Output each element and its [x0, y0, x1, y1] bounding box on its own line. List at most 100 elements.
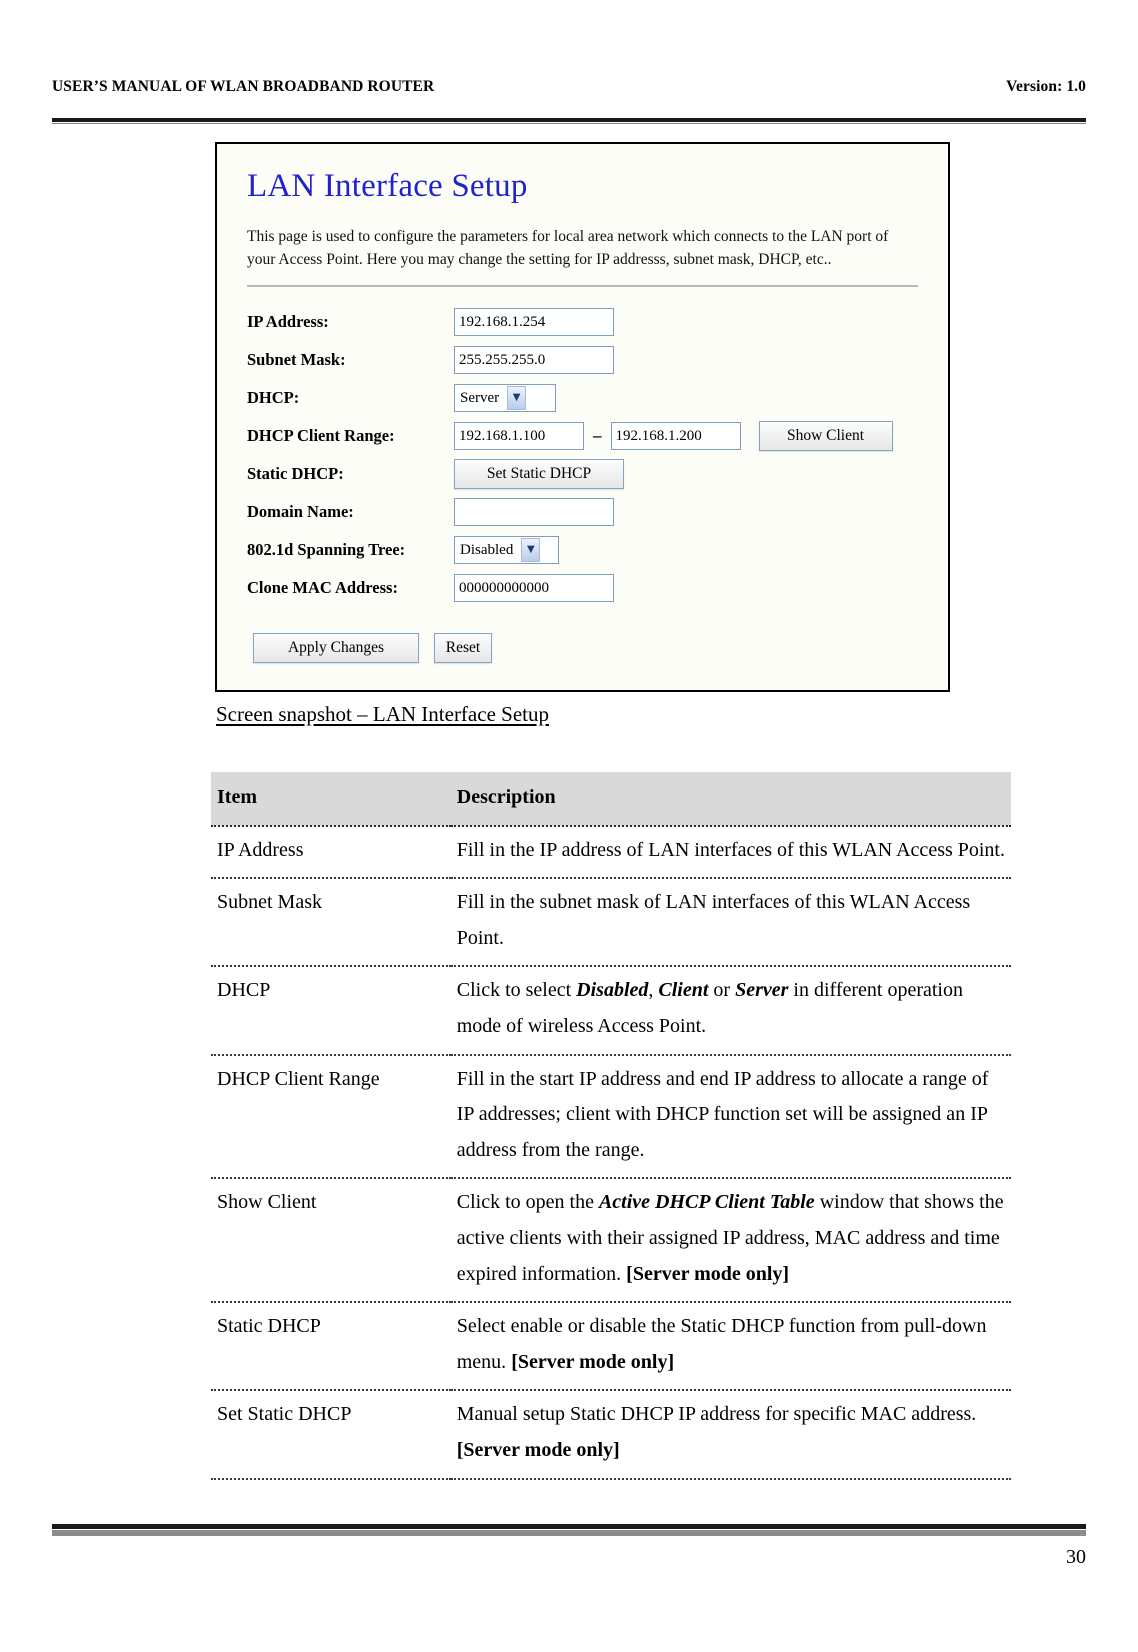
- column-header-description: Description: [450, 772, 1011, 827]
- header-divider-thick: [52, 118, 1086, 122]
- description-text: Disabled: [576, 979, 649, 1002]
- table-cell-item: Static DHCP: [211, 1302, 451, 1392]
- show-client-button[interactable]: Show Client: [758, 421, 893, 452]
- table-header-row: Item Description: [211, 772, 1011, 827]
- table-row: Static DHCP Select enable or disable the …: [211, 1302, 1011, 1392]
- dhcp-client-range-control: 192.168.1.100 – 192.168.1.200 Show Clien…: [454, 421, 893, 452]
- spanning-tree-control: Disabled ▼: [454, 536, 559, 565]
- footer-divider: [52, 1524, 1086, 1536]
- form-actions: Apply Changes Reset: [253, 633, 924, 664]
- description-text: Client: [658, 979, 709, 1002]
- spanning-tree-select[interactable]: Disabled ▼: [454, 536, 559, 565]
- description-text: [Server mode only]: [511, 1350, 675, 1373]
- range-separator: –: [593, 426, 602, 446]
- domain-name-input[interactable]: [454, 498, 614, 527]
- description-text: Manual setup Static DHCP IP address for …: [456, 1403, 977, 1426]
- dhcp-select-value: Server: [460, 389, 500, 406]
- table-cell-description: Fill in the IP address of LAN interfaces…: [450, 825, 1011, 880]
- domain-name-control: [454, 498, 614, 527]
- router-screenshot-body: LAN Interface Setup This page is used to…: [217, 144, 948, 664]
- header-divider-thin: [52, 123, 1086, 124]
- description-text: Fill in the subnet mask of LAN interface…: [456, 891, 971, 949]
- set-static-dhcp-button[interactable]: Set Static DHCP: [454, 459, 624, 490]
- table-cell-description: Click to select Disabled, Client or Serv…: [450, 966, 1011, 1056]
- description-text: Fill in the IP address of LAN interfaces…: [456, 838, 1005, 861]
- router-screenshot: LAN Interface Setup This page is used to…: [215, 142, 950, 692]
- table-cell-item: Subnet Mask: [211, 878, 451, 968]
- dhcp-range-start-input[interactable]: 192.168.1.100: [454, 422, 584, 451]
- domain-name-label: Domain Name:: [247, 502, 354, 522]
- subnet-mask-label: Subnet Mask:: [247, 350, 346, 370]
- static-dhcp-control: Set Static DHCP: [454, 459, 624, 490]
- chevron-down-icon: ▼: [507, 386, 527, 411]
- dhcp-label: DHCP:: [247, 388, 300, 408]
- dhcp-client-range-label: DHCP Client Range:: [247, 426, 395, 446]
- description-text: Click to select: [456, 979, 577, 1002]
- description-text: Fill in the start IP address and end IP …: [456, 1067, 989, 1161]
- clone-mac-label: Clone MAC Address:: [247, 578, 398, 598]
- field-row-clone-mac: Clone MAC Address: 000000000000: [247, 569, 924, 607]
- table-cell-description: Fill in the subnet mask of LAN interface…: [450, 878, 1011, 968]
- column-header-item: Item: [211, 772, 451, 827]
- header-version: Version: 1.0: [1006, 78, 1086, 95]
- description-table: Item Description IP Address Fill in the I…: [211, 772, 1011, 1480]
- spanning-tree-label: 802.1d Spanning Tree:: [247, 540, 406, 560]
- description-text: Click to open the: [456, 1191, 599, 1214]
- field-row-spanning-tree: 802.1d Spanning Tree: Disabled ▼: [247, 531, 924, 569]
- spanning-tree-select-value: Disabled: [460, 541, 514, 558]
- description-text: [Server mode only]: [456, 1438, 620, 1461]
- dhcp-control: Server ▼: [454, 384, 556, 413]
- chevron-down-icon: ▼: [521, 538, 541, 563]
- dhcp-range-end-input[interactable]: 192.168.1.200: [610, 422, 741, 451]
- table-row: Set Static DHCP Manual setup Static DHCP …: [211, 1390, 1011, 1480]
- table-row: DHCP Click to select Disabled, Client or …: [211, 966, 1011, 1056]
- table-cell-description: Fill in the start IP address and end IP …: [450, 1054, 1011, 1180]
- table-cell-item: Show Client: [211, 1178, 451, 1304]
- table-row: Show Client Click to open the Active DHCP…: [211, 1178, 1011, 1304]
- table-cell-item: DHCP Client Range: [211, 1054, 451, 1180]
- description-text: Active DHCP Client Table: [598, 1191, 815, 1214]
- table-cell-item: Set Static DHCP: [211, 1390, 451, 1480]
- description-text: [Server mode only]: [626, 1262, 790, 1285]
- ip-address-label: IP Address:: [247, 312, 329, 332]
- clone-mac-control: 000000000000: [454, 574, 614, 603]
- table-cell-item: IP Address: [211, 825, 451, 880]
- section-divider: [247, 285, 918, 288]
- field-row-domain-name: Domain Name:: [247, 493, 924, 531]
- table-head: Item Description: [211, 772, 1011, 827]
- ip-address-control: 192.168.1.254: [454, 308, 614, 337]
- table-row: IP Address Fill in the IP address of LAN …: [211, 825, 1011, 880]
- footer-divider-thin: [52, 1530, 1086, 1536]
- figure-caption: Screen snapshot – LAN Interface Setup: [216, 702, 549, 726]
- document-header: USER’S MANUAL OF WLAN BROADBAND ROUTER V…: [52, 78, 1086, 96]
- document-page: USER’S MANUAL OF WLAN BROADBAND ROUTER V…: [0, 0, 1138, 1652]
- field-row-ip-address: IP Address: 192.168.1.254: [247, 303, 924, 341]
- description-text: ,: [648, 979, 659, 1002]
- page-number: 30: [1066, 1546, 1086, 1568]
- table-row: Subnet Mask Fill in the subnet mask of LA…: [211, 878, 1011, 968]
- page-title: LAN Interface Setup: [247, 168, 528, 204]
- static-dhcp-label: Static DHCP:: [247, 464, 344, 484]
- table-cell-description: Click to open the Active DHCP Client Tab…: [450, 1178, 1011, 1304]
- ip-address-input[interactable]: 192.168.1.254: [454, 308, 614, 337]
- header-divider: [52, 118, 1086, 124]
- lan-settings-form: IP Address: 192.168.1.254 Subnet Mask: 2…: [247, 303, 924, 664]
- apply-changes-button[interactable]: Apply Changes: [253, 633, 419, 664]
- footer-divider-thick: [52, 1524, 1086, 1529]
- dhcp-select[interactable]: Server ▼: [454, 384, 556, 413]
- header-title: USER’S MANUAL OF WLAN BROADBAND ROUTER: [52, 78, 435, 95]
- field-row-dhcp: DHCP: Server ▼: [247, 379, 924, 417]
- field-row-subnet-mask: Subnet Mask: 255.255.255.0: [247, 341, 924, 379]
- field-row-dhcp-client-range: DHCP Client Range: 192.168.1.100 – 192.1…: [247, 417, 924, 455]
- reset-button[interactable]: Reset: [434, 633, 492, 664]
- table-body: IP Address Fill in the IP address of LAN …: [211, 825, 1011, 1480]
- clone-mac-input[interactable]: 000000000000: [454, 574, 614, 603]
- subnet-mask-control: 255.255.255.0: [454, 346, 614, 375]
- table-cell-item: DHCP: [211, 966, 451, 1056]
- table-cell-description: Manual setup Static DHCP IP address for …: [450, 1390, 1011, 1480]
- field-row-static-dhcp: Static DHCP: Set Static DHCP: [247, 455, 924, 493]
- subnet-mask-input[interactable]: 255.255.255.0: [454, 346, 614, 375]
- table-cell-description: Select enable or disable the Static DHCP…: [450, 1302, 1011, 1392]
- table-row: DHCP Client Range Fill in the start IP ad…: [211, 1054, 1011, 1180]
- description-text: or: [708, 979, 736, 1002]
